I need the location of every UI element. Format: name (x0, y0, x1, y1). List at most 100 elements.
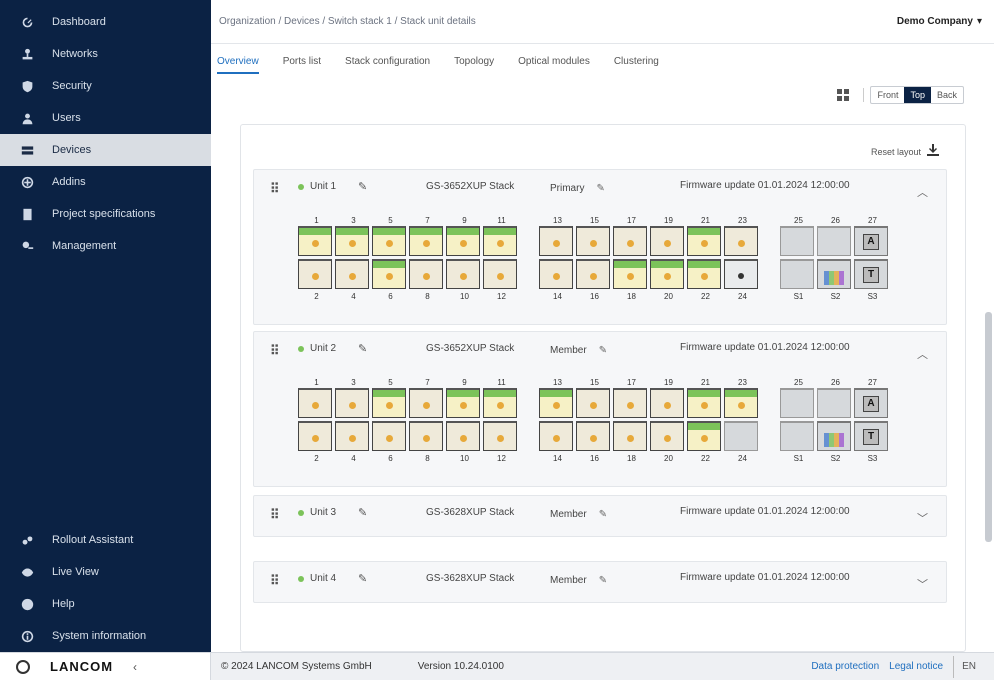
port[interactable] (539, 226, 573, 256)
sidebar-item-rollout-assistant[interactable]: Rollout Assistant (0, 524, 211, 556)
data-protection-link[interactable]: Data protection (811, 661, 879, 672)
edit-state-icon[interactable]: ✎ (596, 183, 604, 194)
tab-ports-list[interactable]: Ports list (283, 50, 321, 74)
port[interactable] (724, 259, 758, 289)
tab-stack-configuration[interactable]: Stack configuration (345, 50, 430, 74)
port[interactable] (650, 226, 684, 256)
port[interactable] (724, 388, 758, 418)
port[interactable] (539, 388, 573, 418)
sfp-port[interactable] (817, 259, 851, 289)
edit-icon[interactable]: ✎ (358, 506, 367, 519)
language-switcher[interactable]: EN (953, 655, 984, 678)
port[interactable] (335, 259, 369, 289)
port[interactable] (613, 226, 647, 256)
port[interactable] (409, 226, 443, 256)
sidebar-item-users[interactable]: Users (0, 102, 211, 134)
drag-handle-icon[interactable]: ⠿ (270, 181, 279, 197)
sfp-port[interactable] (780, 421, 814, 451)
edit-icon[interactable]: ✎ (358, 572, 367, 585)
sidebar-item-help[interactable]: Help (0, 588, 211, 620)
drag-handle-icon[interactable]: ⠿ (270, 343, 279, 359)
sidebar-item-networks[interactable]: Networks (0, 38, 211, 70)
stack-unit-card[interactable]: ⠿ Unit 4 ✎ GS-3628XUP Stack Member ✎ Firm… (253, 561, 947, 603)
view-option-back[interactable]: Back (931, 87, 963, 103)
tab-clustering[interactable]: Clustering (614, 50, 659, 74)
sfp-port[interactable] (817, 421, 851, 451)
collapse-sidebar-icon[interactable]: ‹ (133, 660, 137, 674)
port[interactable] (687, 226, 721, 256)
sidebar-item-project-specifications[interactable]: Project specifications (0, 198, 211, 230)
sidebar-item-addins[interactable]: Addins (0, 166, 211, 198)
reset-layout-link[interactable]: Reset layout (871, 147, 921, 157)
edit-state-icon[interactable]: ✎ (599, 345, 607, 356)
edit-icon[interactable]: ✎ (358, 180, 367, 193)
chevron-up-icon[interactable]: ︿ (917, 184, 928, 200)
port[interactable] (446, 259, 480, 289)
port[interactable] (335, 421, 369, 451)
port[interactable] (539, 259, 573, 289)
tab-optical-modules[interactable]: Optical modules (518, 50, 590, 74)
port[interactable] (576, 421, 610, 451)
port[interactable] (724, 421, 758, 451)
port[interactable] (372, 388, 406, 418)
sfp-port[interactable] (780, 226, 814, 256)
sfp-port[interactable] (817, 388, 851, 418)
edit-icon[interactable]: ✎ (358, 342, 367, 355)
port[interactable] (483, 226, 517, 256)
grid-view-icon[interactable] (837, 89, 850, 101)
sfp-port[interactable]: A (854, 388, 888, 418)
stack-unit-card[interactable]: ⠿ Unit 3 ✎ GS-3628XUP Stack Member ✎ Firm… (253, 495, 947, 537)
port[interactable] (650, 259, 684, 289)
edit-state-icon[interactable]: ✎ (599, 575, 607, 586)
port[interactable] (298, 226, 332, 256)
port[interactable] (483, 388, 517, 418)
port[interactable] (613, 421, 647, 451)
sidebar-item-security[interactable]: Security (0, 70, 211, 102)
view-option-top[interactable]: Top (904, 87, 931, 103)
port[interactable] (372, 259, 406, 289)
port[interactable] (409, 388, 443, 418)
sfp-port[interactable]: A (854, 226, 888, 256)
drag-handle-icon[interactable]: ⠿ (270, 507, 279, 523)
chevron-down-icon[interactable]: ﹀ (917, 576, 928, 592)
port[interactable] (298, 421, 332, 451)
port[interactable] (446, 388, 480, 418)
port[interactable] (576, 388, 610, 418)
view-option-front[interactable]: Front (871, 87, 904, 103)
port[interactable] (372, 226, 406, 256)
port[interactable] (446, 421, 480, 451)
port[interactable] (687, 259, 721, 289)
port[interactable] (576, 259, 610, 289)
download-icon[interactable] (927, 144, 939, 156)
port[interactable] (539, 421, 573, 451)
port[interactable] (298, 259, 332, 289)
sfp-port[interactable]: T (854, 259, 888, 289)
port[interactable] (409, 259, 443, 289)
sfp-port[interactable] (780, 388, 814, 418)
port[interactable] (298, 388, 332, 418)
port[interactable] (409, 421, 443, 451)
drag-handle-icon[interactable]: ⠿ (270, 573, 279, 589)
port[interactable] (483, 259, 517, 289)
scrollbar-thumb[interactable] (985, 312, 992, 542)
port[interactable] (724, 226, 758, 256)
breadcrumb[interactable]: Organization / Devices / Switch stack 1 … (219, 16, 476, 27)
port[interactable] (613, 259, 647, 289)
port[interactable] (650, 421, 684, 451)
port[interactable] (483, 421, 517, 451)
port[interactable] (446, 226, 480, 256)
port[interactable] (650, 388, 684, 418)
sidebar-item-devices[interactable]: Devices (0, 134, 211, 166)
sidebar-item-dashboard[interactable]: Dashboard (0, 6, 211, 38)
port[interactable] (335, 388, 369, 418)
sidebar-item-system-information[interactable]: System information (0, 620, 211, 652)
sidebar-item-management[interactable]: Management (0, 230, 211, 262)
sfp-port[interactable] (817, 226, 851, 256)
sfp-port[interactable] (780, 259, 814, 289)
chevron-up-icon[interactable]: ︿ (917, 346, 928, 362)
port[interactable] (335, 226, 369, 256)
organization-switcher[interactable]: Demo Company ▾ (897, 16, 982, 27)
port[interactable] (613, 388, 647, 418)
sfp-port[interactable]: T (854, 421, 888, 451)
port[interactable] (687, 421, 721, 451)
